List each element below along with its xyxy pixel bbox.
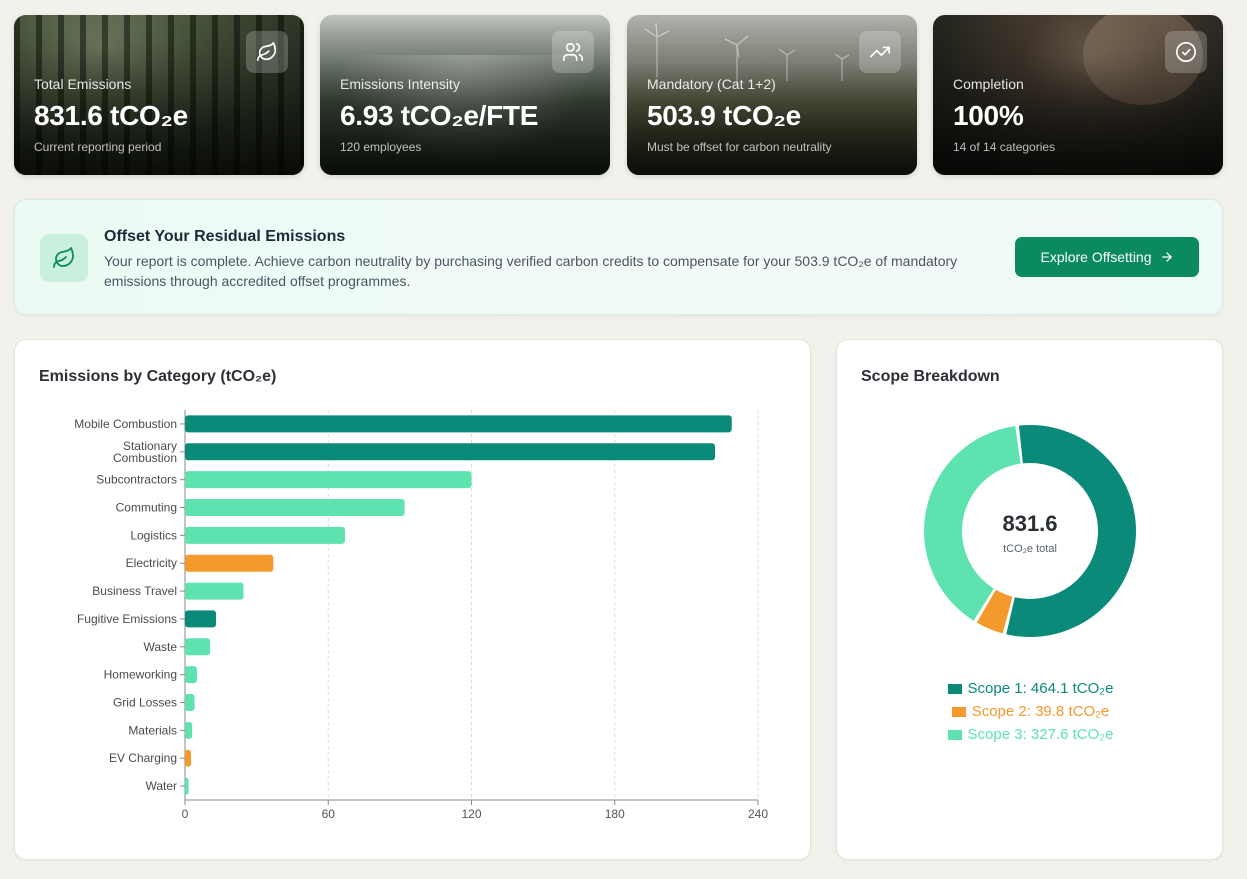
offset-banner: Offset Your Residual Emissions Your repo… <box>14 199 1223 315</box>
donut-total-label: tCO₂e total <box>1003 543 1057 555</box>
category-label: Subcontractors <box>96 473 177 487</box>
category-label: Stationary Combustion <box>113 439 177 465</box>
category-label: Commuting <box>116 501 177 515</box>
users-icon <box>552 31 594 73</box>
leaf-icon <box>40 234 88 282</box>
legend-swatch <box>951 706 966 717</box>
kpi-subtext: Must be offset for carbon neutrality <box>647 140 832 154</box>
donut-center: 831.6 tCO₂e total <box>923 424 1137 638</box>
donut-total-value: 831.6 <box>1002 511 1058 536</box>
category-label: Fugitive Emissions <box>77 612 177 626</box>
category-label: Logistics <box>130 528 177 542</box>
category-label: Electricity <box>126 556 177 570</box>
x-tick-label: 180 <box>605 807 625 821</box>
bar-electricity[interactable] <box>185 554 274 572</box>
explore-offsetting-button[interactable]: Explore Offsetting <box>1015 237 1199 277</box>
bar-waste[interactable] <box>185 638 211 656</box>
category-label: EV Charging <box>109 751 177 765</box>
legend-item-scope1: Scope 1: 464.1 tCO₂e <box>947 680 1114 697</box>
category-label: Mobile Combustion <box>74 417 177 431</box>
kpi-subtext: 120 employees <box>340 140 422 154</box>
kpi-card-completion: Completion 100% 14 of 14 categories <box>933 15 1223 175</box>
legend-item-scope3: Scope 3: 327.6 tCO₂e <box>947 726 1114 743</box>
scope-legend: Scope 1: 464.1 tCO₂e Scope 2: 39.8 tCO₂e… <box>837 680 1224 743</box>
category-label: Materials <box>128 723 177 737</box>
leaf-icon <box>246 31 288 73</box>
bar-subcontractors[interactable] <box>185 471 472 489</box>
legend-item-scope2: Scope 2: 39.8 tCO₂e <box>951 703 1110 720</box>
legend-label: Scope 1: 464.1 tCO₂e <box>967 680 1114 697</box>
panel-title: Scope Breakdown <box>861 368 1000 385</box>
kpi-value: 6.93 tCO₂e/FTE <box>340 100 539 131</box>
bar-commuting[interactable] <box>185 499 405 516</box>
bar-stationary-combustion[interactable] <box>185 443 716 461</box>
kpi-subtext: Current reporting period <box>34 140 162 154</box>
bar-fugitive-emissions[interactable] <box>185 610 217 628</box>
check-circle-icon <box>1165 31 1207 73</box>
bar-homeworking[interactable] <box>185 666 197 684</box>
banner-title: Offset Your Residual Emissions <box>104 228 346 245</box>
kpi-subtext: 14 of 14 categories <box>953 140 1056 154</box>
category-label: Homeworking <box>104 668 177 682</box>
kpi-label: Mandatory (Cat 1+2) <box>647 76 776 92</box>
x-tick-label: 240 <box>748 807 768 821</box>
trending-up-icon <box>859 31 901 73</box>
kpi-row: Total Emissions 831.6 tCO₂e Current repo… <box>14 15 1223 175</box>
arrow-right-icon <box>1161 252 1172 262</box>
kpi-label: Emissions Intensity <box>340 76 460 92</box>
kpi-card-emissions-intensity: Emissions Intensity 6.93 tCO₂e/FTE 120 e… <box>320 15 610 175</box>
scope-breakdown-panel: Scope Breakdown 831.6 tCO₂e total Scope … <box>836 339 1223 860</box>
emissions-bar-chart: 0 60 120 180 240 Mobile Combustion Stationary C… <box>74 410 768 821</box>
bar-materials[interactable] <box>185 721 193 739</box>
x-tick-label: 120 <box>461 807 481 821</box>
legend-label: Scope 3: 327.6 tCO₂e <box>967 726 1114 743</box>
bar-logistics[interactable] <box>185 526 345 544</box>
category-label: Waste <box>143 640 177 654</box>
kpi-card-mandatory: Mandatory (Cat 1+2) 503.9 tCO₂e Must be … <box>627 15 917 175</box>
category-label: Grid Losses <box>113 696 177 710</box>
kpi-value: 503.9 tCO₂e <box>647 100 801 131</box>
banner-description: Your report is complete. Achieve carbon … <box>104 253 958 289</box>
kpi-card-total-emissions: Total Emissions 831.6 tCO₂e Current repo… <box>14 15 304 175</box>
kpi-value: 100% <box>953 100 1024 131</box>
button-label: Explore Offsetting <box>1040 249 1152 265</box>
legend-swatch <box>947 729 962 740</box>
x-tick-label: 60 <box>322 807 336 821</box>
bar-grid-losses[interactable] <box>185 694 195 711</box>
category-label: Water <box>145 779 177 793</box>
bar-mobile-combustion[interactable] <box>185 415 732 433</box>
emissions-by-category-panel: Emissions by Category (tCO₂e) 0 60 120 180 2… <box>14 339 811 860</box>
kpi-value: 831.6 tCO₂e <box>34 100 188 131</box>
legend-label: Scope 2: 39.8 tCO₂e <box>971 703 1110 720</box>
scope-donut-chart: 831.6 tCO₂e total <box>923 424 1137 638</box>
bar-water[interactable] <box>185 777 189 795</box>
legend-swatch <box>947 683 962 694</box>
kpi-label: Total Emissions <box>34 76 132 92</box>
kpi-label: Completion <box>953 76 1024 92</box>
category-label: Business Travel <box>92 584 177 598</box>
x-tick-label: 0 <box>182 807 189 821</box>
bar-business-travel[interactable] <box>185 582 244 600</box>
bar-ev-charging[interactable] <box>185 749 191 767</box>
panel-title: Emissions by Category (tCO₂e) <box>39 368 277 385</box>
